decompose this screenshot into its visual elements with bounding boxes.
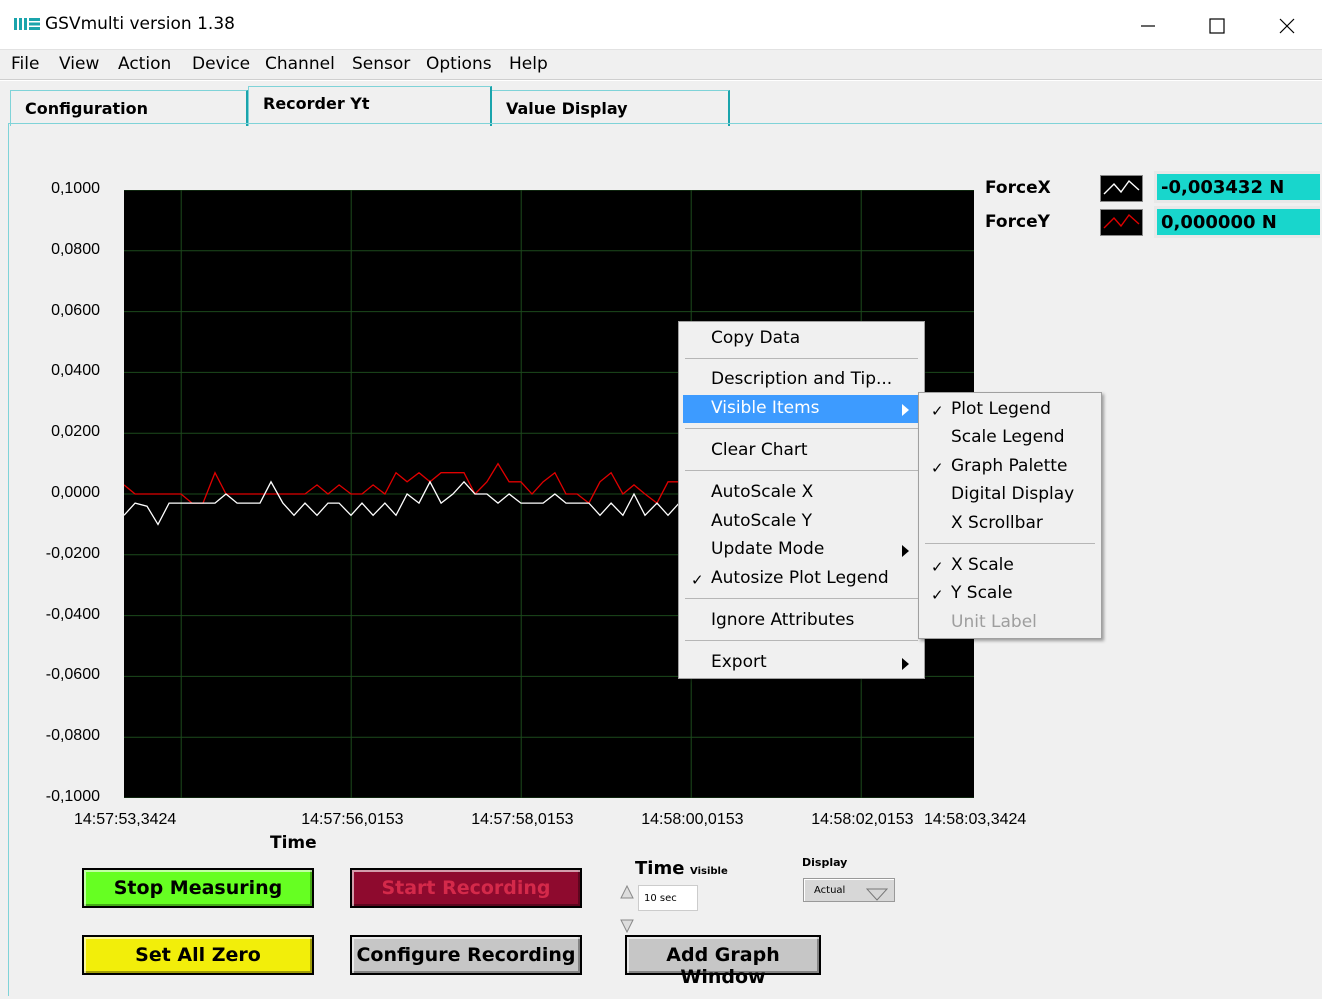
y-tick-label: 0,0200 xyxy=(51,423,100,441)
check-icon: ✓ xyxy=(931,459,944,477)
submenu-item-graph-palette[interactable]: ✓ Graph Palette xyxy=(923,453,1097,481)
title-bar: GSVmulti version 1.38 xyxy=(0,0,1322,50)
y-tick-label: -0,0800 xyxy=(45,727,100,745)
readout-forcex: -0,003432 N xyxy=(1154,171,1320,203)
legend-name-forcex: ForceX xyxy=(985,178,1051,198)
menu-item-export[interactable]: Export xyxy=(683,649,920,677)
menu-item-autoscale-y[interactable]: AutoScale Y xyxy=(683,508,920,536)
submenu-item-unit-label: Unit Label xyxy=(951,612,1037,632)
legend-swatch-forcey[interactable] xyxy=(1100,209,1143,236)
submenu-item-plot-legend[interactable]: ✓ Plot Legend xyxy=(923,396,1097,424)
menu-item-autoscale-x[interactable]: AutoScale X xyxy=(683,479,920,507)
y-tick-label: 0,0000 xyxy=(51,484,100,501)
menu-item-description-tip[interactable]: Description and Tip... xyxy=(683,366,920,394)
legend-name-forcey: ForceY xyxy=(985,212,1050,232)
x-axis-label: Time xyxy=(270,833,317,853)
stop-measuring-button[interactable]: Stop Measuring xyxy=(82,868,314,908)
menu-device[interactable]: Device xyxy=(192,54,250,74)
x-tick-label: 14:58:00,0153 xyxy=(641,811,744,828)
submenu-item-y-scale[interactable]: ✓ Y Scale xyxy=(923,580,1097,608)
close-button[interactable] xyxy=(1251,0,1321,50)
time-visible-input[interactable]: 10 sec xyxy=(638,885,698,911)
menu-separator xyxy=(685,358,918,359)
decrement-arrow-icon[interactable] xyxy=(619,918,635,934)
menu-options[interactable]: Options xyxy=(426,54,492,74)
tab-value-display[interactable]: Value Display xyxy=(491,90,730,126)
minimize-button[interactable] xyxy=(1112,0,1182,50)
menu-bar: File View Action Device Channel Sensor O… xyxy=(0,50,1322,80)
menu-item-clear-chart[interactable]: Clear Chart xyxy=(683,437,920,465)
y-tick-label: -0,1000 xyxy=(45,788,100,805)
y-tick-label: 0,1000 xyxy=(51,180,100,197)
x-tick-label: 14:58:02,0153 xyxy=(811,811,914,828)
window-title: GSVmulti version 1.38 xyxy=(45,14,235,34)
x-tick-label: 14:57:56,0153 xyxy=(301,811,404,828)
increment-arrow-icon[interactable] xyxy=(619,884,635,900)
y-tick-label: -0,0600 xyxy=(45,666,100,684)
x-tick-label: 14:57:58,0153 xyxy=(471,811,574,828)
menu-item-autosize-plot-legend[interactable]: ✓ Autosize Plot Legend xyxy=(683,565,920,593)
menu-separator xyxy=(925,543,1095,544)
visible-items-submenu: ✓ Plot Legend Scale Legend ✓ Graph Palette… xyxy=(918,392,1102,639)
submenu-arrow-icon xyxy=(902,545,909,557)
configure-recording-button[interactable]: Configure Recording xyxy=(350,935,582,975)
menu-item-update-mode[interactable]: Update Mode xyxy=(683,536,920,564)
x-tick-label: 14:58:03,3424 xyxy=(924,811,1027,828)
readout-forcey: 0,000000 N xyxy=(1154,206,1320,238)
menu-item-visible-items[interactable]: Visible Items xyxy=(683,395,920,423)
menu-channel[interactable]: Channel xyxy=(265,54,335,74)
series-line-forcey xyxy=(123,462,692,505)
menu-separator xyxy=(685,640,918,641)
submenu-arrow-icon xyxy=(902,658,909,670)
submenu-item-scale-legend[interactable]: Scale Legend xyxy=(923,424,1097,452)
menu-separator xyxy=(685,428,918,429)
display-select-value: Actual xyxy=(814,885,846,896)
time-control-sublabel: Visible xyxy=(690,866,728,877)
maximize-button[interactable] xyxy=(1181,0,1251,50)
menu-sensor[interactable]: Sensor xyxy=(352,54,410,74)
check-icon: ✓ xyxy=(931,558,944,576)
dropdown-arrow-icon xyxy=(866,888,888,901)
start-recording-button[interactable]: Start Recording xyxy=(350,868,582,908)
display-select[interactable]: Actual xyxy=(803,878,895,902)
close-icon xyxy=(1279,18,1295,34)
check-icon: ✓ xyxy=(931,402,944,420)
x-tick-label: 14:57:53,3424 xyxy=(74,811,177,828)
add-graph-window-button[interactable]: Add Graph Window xyxy=(625,935,821,988)
menu-separator xyxy=(685,470,918,471)
context-menu: Copy Data Description and Tip... Visible… xyxy=(678,321,925,679)
menu-item-copy-data[interactable]: Copy Data xyxy=(683,325,920,353)
y-tick-label: 0,0800 xyxy=(51,240,100,258)
legend-swatch-forcex[interactable] xyxy=(1100,175,1143,202)
menu-action[interactable]: Action xyxy=(118,54,171,74)
tab-configuration[interactable]: Configuration xyxy=(10,90,248,126)
menu-item-ignore-attributes[interactable]: Ignore Attributes xyxy=(683,607,920,635)
submenu-item-x-scrollbar[interactable]: X Scrollbar xyxy=(923,510,1097,538)
y-tick-label: 0,0600 xyxy=(51,301,100,319)
time-control-label: Time xyxy=(635,858,685,879)
menu-help[interactable]: Help xyxy=(509,54,548,74)
y-tick-label: -0,0400 xyxy=(45,605,100,623)
menu-file[interactable]: File xyxy=(11,54,39,74)
submenu-item-x-scale[interactable]: ✓ X Scale xyxy=(923,552,1097,580)
me-logo-icon xyxy=(14,18,40,30)
display-label: Display xyxy=(802,856,848,869)
y-tick-label: -0,0200 xyxy=(45,544,100,562)
menu-view[interactable]: View xyxy=(59,54,99,74)
menu-separator xyxy=(685,598,918,599)
minimize-icon xyxy=(1141,25,1155,27)
tab-recorder-yt[interactable]: Recorder Yt xyxy=(248,86,492,126)
set-all-zero-button[interactable]: Set All Zero xyxy=(82,935,314,975)
y-tick-label: 0,0400 xyxy=(51,362,100,380)
maximize-icon xyxy=(1209,18,1225,34)
check-icon: ✓ xyxy=(931,586,944,604)
submenu-arrow-icon xyxy=(902,404,909,416)
check-icon: ✓ xyxy=(691,571,704,589)
submenu-item-digital-display[interactable]: Digital Display xyxy=(923,481,1097,509)
